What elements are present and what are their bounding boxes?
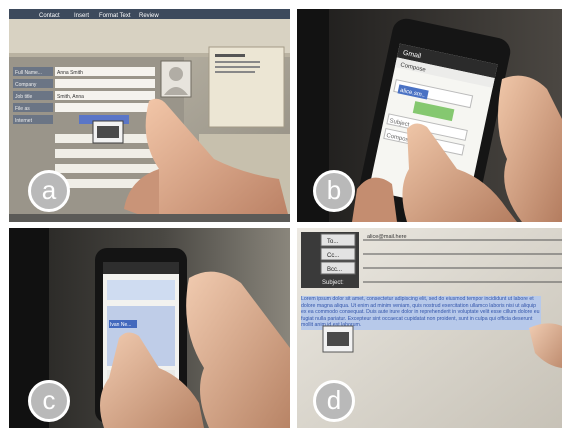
panel-c-phone-drag-photo: Ivan Ne... c [9,228,290,428]
panel-b-phone-gmail-photo: Gmail Compose alice.sm.. Subject Compose… [297,9,562,222]
panel-label-d: d [313,380,355,422]
ribbon-tab-review: Review [139,13,159,19]
cc-button-label: Cc... [327,253,340,259]
to-button-label: To... [327,239,339,245]
field-label-internet: Internet [15,118,33,124]
name-field-value: Anna Smith [57,70,83,76]
panel-a-outlook-contact-photo: Contact Insert Format Text Review Full N… [9,9,290,222]
field-label-job-title: Job title [15,94,32,100]
to-field-value: alice@mail.here [367,234,407,240]
subject-label: Subject: [322,280,344,286]
ribbon-tab-contact: Contact [39,13,60,19]
ribbon-tab-insert: Insert [74,13,89,19]
chip-text: Ivan Ne... [110,322,131,328]
business-card-preview [208,46,285,128]
field-label-company: Company [15,82,37,88]
field-label-file-as: File as [15,106,30,112]
panel-label-b: b [313,170,355,212]
job-field-value: Smith, Anna [57,94,84,100]
bcc-button-label: Bcc... [327,267,342,273]
field-label-full-name: Full Name... [15,70,42,76]
panel-label-a: a [28,170,70,212]
panel-label-c: c [28,380,70,422]
panel-d-tabletop-email-photo: To... Cc... Bcc... Subject: alice@mail.h… [297,228,562,428]
ribbon-tab-format: Format Text [99,13,131,19]
